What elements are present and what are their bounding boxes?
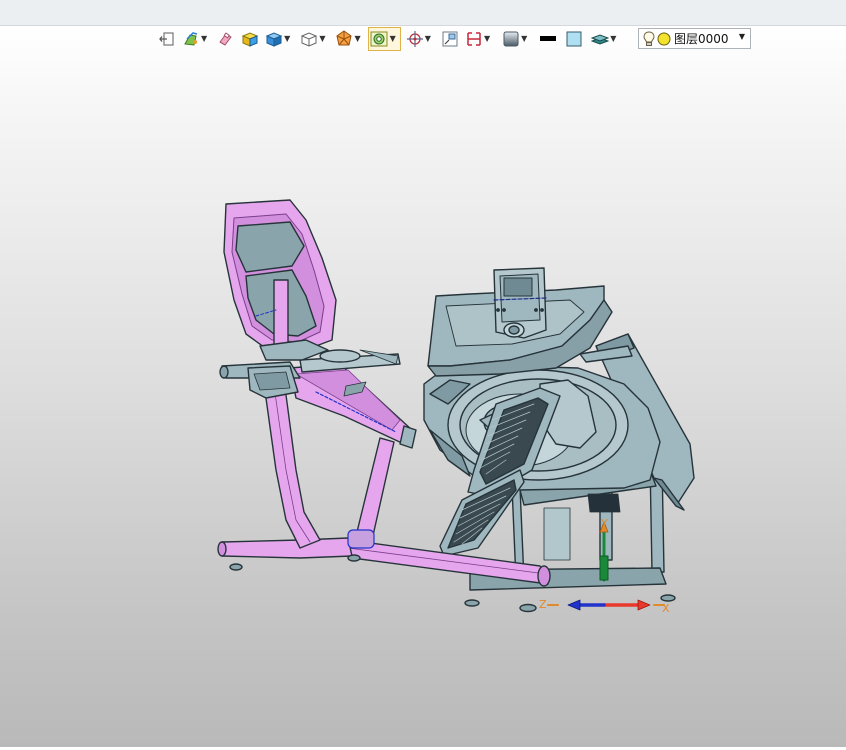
orange-polyhedron-dropdown-arrow[interactable]: ▼ [354,35,360,43]
cyan-color-icon [565,30,583,48]
highlight-faces-button[interactable]: ▼ [367,27,401,51]
axis-z-label: Z [539,598,547,611]
layers-icon [591,30,610,48]
axis-x-label: X [662,602,670,615]
background-gradient-button[interactable]: ▼ [502,28,531,50]
black-color-button[interactable] [539,28,557,50]
highlight-faces-icon [369,30,389,48]
title-strip [0,0,846,26]
section-clip-button[interactable]: ▼ [465,28,494,50]
cyan-color-button[interactable] [565,28,583,50]
eraser-button[interactable] [217,28,235,50]
bike-model: Y X Z [217,199,695,615]
yellow-circle-icon [657,32,671,46]
blue-cube-button[interactable]: ▼ [265,28,294,50]
3d-viewport[interactable]: Y X Z [0,50,846,747]
section-clip-dropdown-arrow[interactable]: ▼ [484,35,490,43]
shaded-cube-icon [241,30,259,48]
eraser-icon [217,30,235,48]
snap-target-dropdown-arrow[interactable]: ▼ [425,35,431,43]
background-gradient-dropdown-arrow[interactable]: ▼ [521,35,527,43]
section-clip-icon [465,30,483,48]
background-gradient-icon [502,30,520,48]
wireframe-cube-icon [300,30,318,48]
render-style-dropdown-arrow[interactable]: ▼ [201,35,207,43]
layers-button[interactable]: ▼ [591,28,620,50]
orange-polyhedron-icon [335,30,353,48]
layer-name: 图层0000 [674,32,729,46]
lightbulb-icon [643,30,655,47]
render-style-button[interactable]: ▼ [182,28,211,50]
axis-y-label: Y [600,517,608,530]
highlight-faces-dropdown-arrow[interactable]: ▼ [390,35,396,43]
blue-cube-icon [265,30,283,48]
fit-view-icon [441,30,459,48]
orange-polyhedron-button[interactable]: ▼ [335,28,364,50]
shaded-cube-button[interactable] [241,28,259,50]
render-style-icon [182,30,200,48]
layer-dropdown-arrow[interactable]: ▼ [739,32,745,41]
fit-view-button[interactable] [441,28,459,50]
view-toolbar: ▼ ▼ ▼ ▼ ▼ ▼ ▼ ▼ ▼ [158,27,620,51]
exit-view-icon [158,30,176,48]
layers-dropdown-arrow[interactable]: ▼ [610,35,616,43]
snap-target-icon [406,30,424,48]
exit-view-button[interactable] [158,28,176,50]
wireframe-cube-dropdown-arrow[interactable]: ▼ [319,35,325,43]
snap-target-button[interactable]: ▼ [406,28,435,50]
blue-cube-dropdown-arrow[interactable]: ▼ [284,35,290,43]
layer-select[interactable]: 图层0000 ▼ [638,28,751,49]
black-color-icon [539,30,557,48]
wireframe-cube-button[interactable]: ▼ [300,28,329,50]
